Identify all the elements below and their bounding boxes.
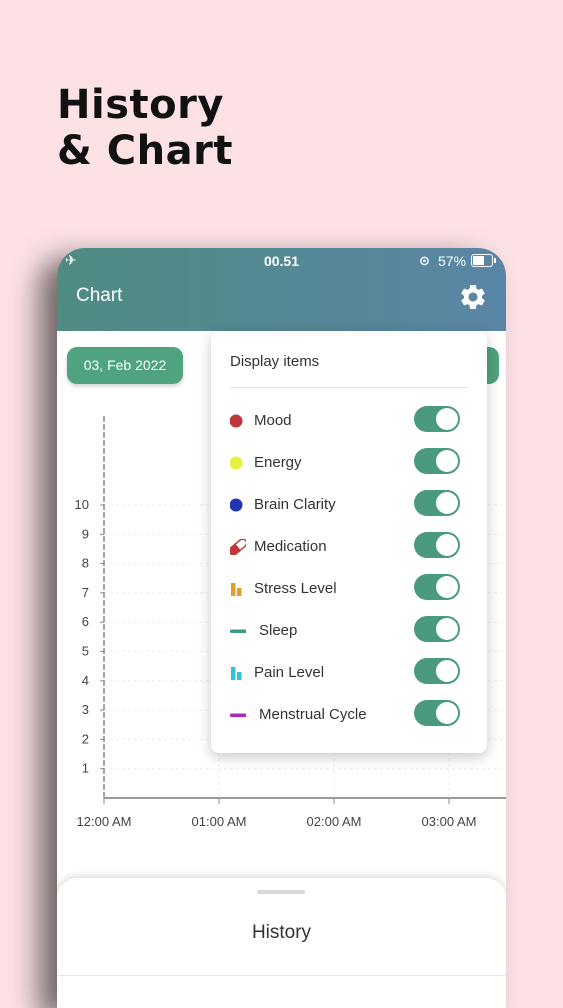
toggle-switch[interactable] [414,490,460,516]
dot-icon [230,456,243,470]
y-tick-label: 4 [82,673,89,688]
display-item-pain-level: Pain Level [211,652,487,694]
history-title: History [251,922,312,943]
y-tick-label: 9 [82,526,89,541]
display-item-menstrual-cycle: Menstrual Cycle [211,694,487,736]
display-item-label: Medication [254,538,327,555]
display-item-label: Stress Level [254,580,337,597]
y-tick-label: 8 [82,556,89,571]
x-tick-label: 01:00 AM [192,814,247,829]
toggle-switch[interactable] [414,616,460,642]
display-item-energy: Energy [211,442,487,484]
promo-title: History & Chart [57,82,233,174]
date-selector-button[interactable]: 03, Feb 2022 [67,347,183,384]
y-tick-label: 3 [82,702,89,717]
toggle-switch[interactable] [414,574,460,600]
battery-percent: 57% [438,253,467,269]
display-items-menu: Display items Mood Energy Brain Clarity Med… [211,331,487,753]
battery-icon [471,254,496,267]
y-tick-label: 10 [75,497,89,512]
display-item-mood: Mood [211,400,487,442]
divider [230,387,468,388]
y-tick-label: 2 [82,731,89,746]
display-item-label: Energy [254,454,302,471]
display-item-medication: Medication [211,526,487,568]
y-tick-label: 5 [82,644,89,659]
history-sheet[interactable]: History [57,878,506,1008]
status-bar: ✈ 00.51 ⊙ 57% [57,248,506,274]
display-item-label: Brain Clarity [254,496,336,513]
toggle-switch[interactable] [414,406,460,432]
promo-title-line1: History [57,82,224,128]
display-item-label: Sleep [259,622,298,639]
dot-icon [230,498,243,512]
toggle-switch[interactable] [414,658,460,684]
promo-title-line2: & Chart [57,128,233,174]
toggle-switch[interactable] [414,448,460,474]
toggle-switch[interactable] [414,700,460,726]
display-item-label: Menstrual Cycle [259,706,367,723]
display-item-label: Mood [254,412,292,429]
app-bar: ✈ 00.51 ⊙ 57% Chart [57,248,506,331]
y-tick-label: 6 [82,614,89,629]
x-tick-label: 12:00 AM [77,814,132,829]
menu-header: Display items [230,353,320,370]
alarm-icon: ⊙ [419,253,430,268]
bar-chart-icon [231,667,242,680]
bar-chart-icon [231,583,242,596]
divider [57,975,506,976]
y-tick-label: 1 [82,761,89,776]
page-title: Chart [76,285,123,306]
display-item-stress-level: Stress Level [211,568,487,610]
display-item-brain-clarity: Brain Clarity [211,484,487,526]
dot-icon [230,414,243,428]
y-tick-label: 7 [82,585,89,600]
drag-handle[interactable] [257,890,305,894]
phone-frame: ✈ 00.51 ⊙ 57% Chart 03, Feb 2022 1 2 3 4 5 6 7… [57,248,506,1008]
toggle-switch[interactable] [414,532,460,558]
x-tick-label: 02:00 AM [307,814,362,829]
pill-icon [230,539,246,555]
line-icon [230,713,246,717]
display-item-sleep: Sleep [211,610,487,652]
gear-icon[interactable] [458,282,488,312]
line-icon [230,629,246,633]
display-item-label: Pain Level [254,664,325,681]
x-tick-label: 03:00 AM [422,814,477,829]
